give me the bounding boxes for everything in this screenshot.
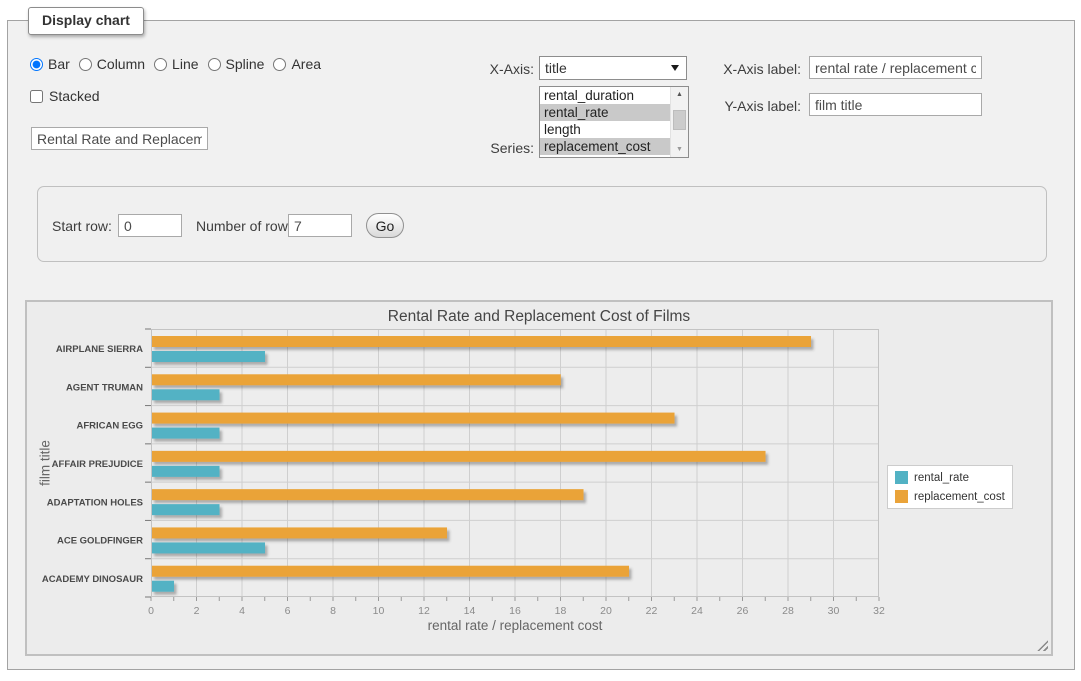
bar-rental_rate xyxy=(152,389,220,400)
bar-rental_rate xyxy=(152,581,175,592)
go-button[interactable]: Go xyxy=(366,213,404,238)
x-tick-label: 4 xyxy=(239,605,245,617)
x-tick-label: 12 xyxy=(418,605,430,617)
scroll-down-icon[interactable]: ▼ xyxy=(671,142,688,157)
y-category-label: AFRICAN EGG xyxy=(77,421,144,432)
series-option-replacement_cost[interactable]: replacement_cost xyxy=(540,138,671,155)
bar-replacement_cost xyxy=(152,566,630,577)
chart-type-label: Area xyxy=(291,56,321,72)
legend-entry-rental_rate: rental_rate xyxy=(895,471,1005,484)
bar-rental_rate xyxy=(152,351,266,362)
y-category-label: ACADEMY DINOSAUR xyxy=(42,574,143,585)
legend-entry-replacement_cost: replacement_cost xyxy=(895,490,1005,503)
chart-type-radio-group: Bar Column Line Spline Area xyxy=(30,56,330,72)
num-rows-label: Number of rows: xyxy=(196,218,299,234)
xaxis-title: rental rate / replacement cost xyxy=(151,618,879,633)
series-options: rental_durationrental_ratelengthreplacem… xyxy=(540,87,671,157)
chart-type-label: Column xyxy=(97,56,145,72)
series-option-length[interactable]: length xyxy=(540,121,671,138)
y-category-label: AIRPLANE SIERRA xyxy=(56,344,143,355)
x-tick-label: 2 xyxy=(194,605,200,617)
chart-type-radio-column[interactable] xyxy=(79,58,92,71)
y-category-label: ACE GOLDFINGER xyxy=(57,536,143,547)
x-tick-label: 32 xyxy=(873,605,885,617)
select-dropdown-arrow-icon xyxy=(671,65,679,71)
chart-type-label: Bar xyxy=(48,56,70,72)
series-option-rental_duration[interactable]: rental_duration xyxy=(540,87,671,104)
x-tick-label: 20 xyxy=(600,605,612,617)
bar-replacement_cost xyxy=(152,336,812,347)
bar-replacement_cost xyxy=(152,413,675,424)
chart-type-option-bar[interactable]: Bar xyxy=(30,56,70,72)
chart-legend: rental_rate replacement_cost xyxy=(887,465,1013,509)
stacked-checkbox[interactable] xyxy=(30,90,43,103)
query-range-box: Start row: Number of rows: Go xyxy=(37,186,1047,262)
x-tick-label: 8 xyxy=(330,605,336,617)
legend-label: replacement_cost xyxy=(914,491,1005,503)
x-tick-label: 24 xyxy=(691,605,703,617)
start-row-label: Start row: xyxy=(52,218,112,234)
chart-type-label: Spline xyxy=(226,56,265,72)
x-tick-label: 6 xyxy=(285,605,291,617)
xaxis-select-label: X-Axis: xyxy=(414,61,534,77)
x-tick-label: 0 xyxy=(148,605,154,617)
chart-type-radio-line[interactable] xyxy=(154,58,167,71)
bar-replacement_cost xyxy=(152,374,561,385)
bar-rental_rate xyxy=(152,428,220,439)
xaxis-select[interactable]: title xyxy=(539,56,687,80)
start-row-input[interactable] xyxy=(118,214,182,237)
y-category-label: ADAPTATION HOLES xyxy=(47,497,143,508)
y-category-label: AFFAIR PREJUDICE xyxy=(52,459,143,470)
chart-type-label: Line xyxy=(172,56,198,72)
x-tick-label: 10 xyxy=(373,605,385,617)
xaxis-label-input[interactable] xyxy=(809,56,982,79)
chart-type-radio-area[interactable] xyxy=(273,58,286,71)
xaxis-label-label: X-Axis label: xyxy=(681,61,801,77)
chart-type-radio-bar[interactable] xyxy=(30,58,43,71)
xaxis-select-wrap: title xyxy=(539,56,687,80)
chart-type-radio-spline[interactable] xyxy=(208,58,221,71)
chart-type-option-spline[interactable]: Spline xyxy=(208,56,265,72)
display-chart-panel: Display chart BarColumnLineSplineArea St… xyxy=(7,20,1075,670)
bar-replacement_cost xyxy=(152,527,448,538)
y-category-label: AGENT TRUMAN xyxy=(66,382,143,393)
bar-rental_rate xyxy=(152,504,220,515)
chart-title: Rental Rate and Replacement Cost of Film… xyxy=(27,308,1051,326)
x-tick-label: 22 xyxy=(646,605,658,617)
legend-label: rental_rate xyxy=(914,472,969,484)
yaxis-title: film title xyxy=(38,440,53,486)
chart-type-option-column[interactable]: Column xyxy=(79,56,145,72)
yaxis-label-label: Y-Axis label: xyxy=(681,98,801,114)
chart-container: 02468101214161820222426283032AIRPLANE SI… xyxy=(25,300,1053,656)
bar-rental_rate xyxy=(152,466,220,477)
x-tick-label: 18 xyxy=(555,605,567,617)
series-list-label: Series: xyxy=(414,140,534,156)
x-tick-label: 26 xyxy=(737,605,749,617)
chart-type-option-area[interactable]: Area xyxy=(273,56,321,72)
yaxis-label-input[interactable] xyxy=(809,93,982,116)
stacked-option[interactable]: Stacked xyxy=(30,88,100,104)
panel-title-tab: Display chart xyxy=(28,7,144,35)
num-rows-input[interactable] xyxy=(288,214,352,237)
chart-type-option-line[interactable]: Line xyxy=(154,56,198,72)
bar-rental_rate xyxy=(152,542,266,553)
legend-swatch-rental_rate xyxy=(895,471,908,484)
x-tick-label: 30 xyxy=(828,605,840,617)
x-tick-label: 14 xyxy=(464,605,476,617)
bar-replacement_cost xyxy=(152,489,584,500)
series-multiselect[interactable]: rental_durationrental_ratelengthreplacem… xyxy=(539,86,689,158)
stacked-label: Stacked xyxy=(49,88,100,104)
bar-replacement_cost xyxy=(152,451,766,462)
x-tick-label: 16 xyxy=(509,605,521,617)
chart-title-input[interactable] xyxy=(31,127,208,150)
legend-swatch-replacement_cost xyxy=(895,490,908,503)
x-tick-label: 28 xyxy=(782,605,794,617)
series-option-rental_rate[interactable]: rental_rate xyxy=(540,104,671,121)
